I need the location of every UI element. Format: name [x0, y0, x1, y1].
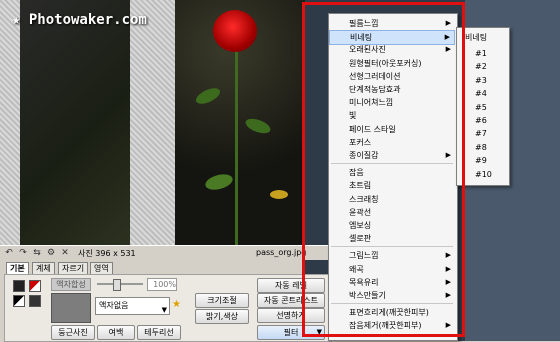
margin-button[interactable]: 여백 — [97, 325, 135, 340]
opacity-value[interactable]: 100% — [147, 278, 177, 291]
tab-region[interactable]: 영역 — [90, 262, 113, 274]
frame-select[interactable]: 액자없음 ▼ — [95, 297, 170, 315]
watermark-text: ★ Photowaker.com — [12, 12, 147, 28]
filter-button-label: 필터 — [283, 328, 299, 337]
star-icon[interactable]: ★ — [172, 299, 181, 310]
color-swatch-black[interactable] — [13, 280, 25, 292]
control-panel: 액자합성 100% 액자없음 ▼ ★ 둥근사진 여백 테두리선 크기조절 밝기,… — [4, 274, 332, 342]
border-line-button[interactable]: 테두리선 — [137, 325, 181, 340]
tab-basic[interactable]: 기본 — [6, 262, 29, 274]
image-size-label: 사진 396 x 531 — [78, 249, 136, 258]
rose-photo — [175, 0, 305, 245]
canvas-background-left — [0, 0, 20, 245]
chevron-down-icon: ▼ — [161, 306, 167, 314]
close-icon[interactable]: ✕ — [60, 248, 70, 258]
frame-composite-label: 액자합성 — [51, 278, 91, 291]
canvas-background-middle — [130, 0, 175, 245]
gear-icon[interactable]: ⚙ — [46, 248, 56, 258]
color-swatch-red[interactable] — [29, 280, 41, 292]
fill-icon[interactable] — [29, 295, 41, 307]
filename-label: pass_org.jpg — [256, 248, 307, 257]
tab-crop[interactable]: 자르기 — [58, 262, 89, 274]
frame-select-value: 액자없음 — [99, 301, 129, 310]
color-swap-icon[interactable] — [13, 295, 25, 307]
frame-preview — [51, 293, 91, 323]
status-bar: ↶ ↷ ⇆ ⚙ ✕ 사진 396 x 531 pass_org.jpg — [0, 245, 330, 260]
flip-icon[interactable]: ⇆ — [32, 248, 42, 258]
brightness-color-button[interactable]: 밝기,색상 — [195, 309, 249, 324]
opacity-slider-handle[interactable] — [113, 279, 121, 291]
round-photo-button[interactable]: 둥근사진 — [51, 325, 95, 340]
rotate-left-icon[interactable]: ↶ — [4, 248, 14, 258]
resize-button[interactable]: 크기조절 — [195, 293, 249, 308]
tab-object[interactable]: 계체 — [32, 262, 55, 274]
highlight-box — [302, 2, 465, 337]
rotate-right-icon[interactable]: ↷ — [18, 248, 28, 258]
